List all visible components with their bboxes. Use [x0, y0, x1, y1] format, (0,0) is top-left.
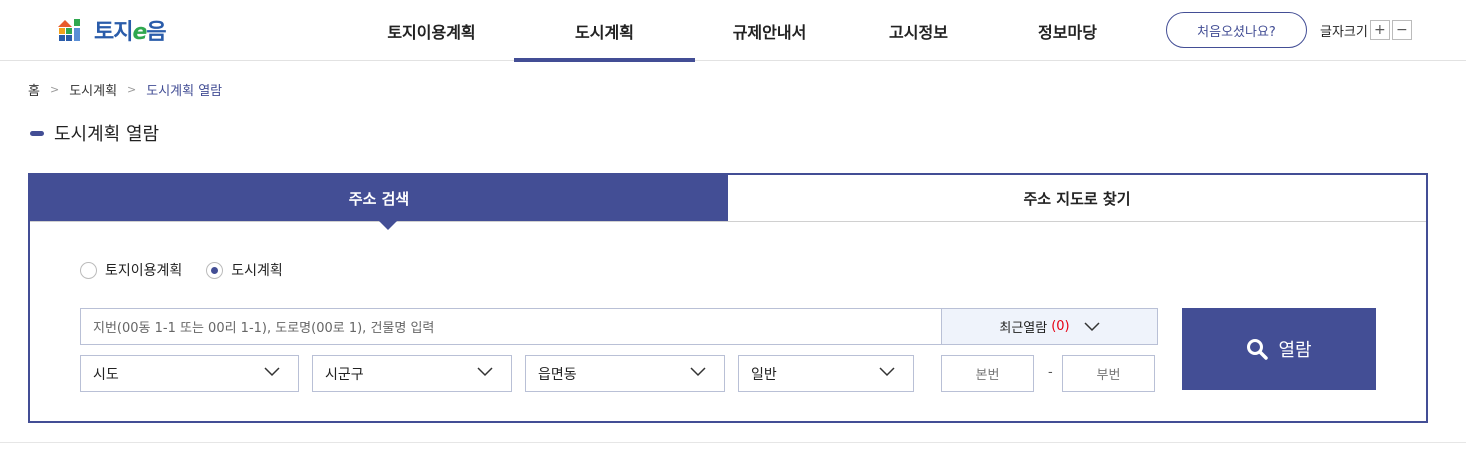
view-submit-button[interactable]: 열람: [1182, 308, 1376, 390]
recent-views-count: (0): [1051, 319, 1070, 334]
chevron-down-icon: [477, 367, 493, 377]
logo-house-icon: [58, 19, 80, 41]
select-value: 시도: [93, 366, 119, 383]
breadcrumb-home[interactable]: 홈: [28, 80, 40, 99]
breadcrumb-current: 도시계획 열람: [146, 84, 223, 99]
page-title: 도시계획 열람: [30, 120, 159, 146]
nav-regulation-guide[interactable]: 규제안내서: [695, 0, 844, 61]
site-logo[interactable]: 토지e음: [56, 14, 167, 46]
first-visit-button[interactable]: 처음오셨나요?: [1166, 12, 1307, 48]
address-search-input[interactable]: 지번(00동 1-1 또는 00리 1-1), 도로명(00로 1), 건물명 …: [80, 308, 942, 345]
nav-notice-info[interactable]: 고시정보: [844, 0, 993, 61]
select-value: 시군구: [325, 366, 364, 383]
font-decrease-button[interactable]: −: [1391, 20, 1412, 40]
nav-info-plaza[interactable]: 정보마당: [993, 0, 1142, 61]
font-size-label: 글자크기: [1320, 24, 1368, 40]
search-tabs: 주소 검색 주소 지도로 찾기: [30, 175, 1426, 230]
radio-urban-plan[interactable]: 도시계획: [206, 260, 283, 280]
recent-views-dropdown[interactable]: 최근열람 (0): [941, 308, 1158, 345]
select-eupmyeondong[interactable]: 읍면동: [525, 355, 725, 392]
bubun-input[interactable]: 부번: [1062, 355, 1155, 392]
title-bar-icon: [30, 130, 44, 136]
search-icon: [1247, 339, 1269, 360]
chevron-down-icon: [1084, 321, 1100, 331]
main-nav: 토지이용계획 도시계획 규제안내서 고시정보 정보마당: [349, 0, 1142, 62]
chevron-right-icon: >: [49, 83, 60, 96]
site-header: 토지e음 토지이용계획 도시계획 규제안내서 고시정보 정보마당 처음오셨나요?…: [0, 0, 1466, 62]
chevron-right-icon: >: [127, 83, 137, 96]
nav-land-use-plan[interactable]: 토지이용계획: [349, 0, 514, 61]
font-size-control: 글자크기 + −: [1320, 20, 1412, 40]
chevron-down-icon: [879, 367, 895, 377]
logo-wordmark: 토지e음: [94, 20, 167, 45]
select-sido[interactable]: 시도: [80, 355, 299, 392]
breadcrumb: 홈 > 도시계획 > 도시계획 열람: [28, 80, 222, 99]
lot-number-separator: -: [1048, 365, 1053, 380]
radio-checked-icon: [206, 261, 224, 279]
search-panel: 주소 검색 주소 지도로 찾기 토지이용계획 도시계획 지번(00동 1-1 또…: [28, 173, 1428, 423]
view-submit-label: 열람: [1278, 340, 1312, 361]
chevron-down-icon: [690, 367, 706, 377]
select-sigungu[interactable]: 시군구: [312, 355, 512, 392]
breadcrumb-urban-plan[interactable]: 도시계획: [69, 80, 117, 99]
select-value: 일반: [751, 366, 777, 383]
plan-type-radio-group: 토지이용계획 도시계획: [80, 260, 307, 280]
radio-label: 토지이용계획: [105, 263, 183, 279]
radio-unchecked-icon: [80, 261, 97, 279]
tab-address-search[interactable]: 주소 검색: [30, 175, 728, 230]
font-increase-button[interactable]: +: [1369, 20, 1390, 40]
radio-label: 도시계획: [231, 263, 283, 279]
tab-find-by-map[interactable]: 주소 지도로 찾기: [728, 175, 1426, 221]
chevron-down-icon: [264, 367, 280, 377]
select-land-type[interactable]: 일반: [738, 355, 914, 392]
divider: [0, 442, 1466, 443]
recent-views-label: 최근열람: [999, 321, 1048, 336]
radio-land-use-plan[interactable]: 토지이용계획: [80, 260, 182, 280]
page-title-text: 도시계획 열람: [54, 124, 160, 145]
bonbun-input[interactable]: 본번: [941, 355, 1034, 392]
nav-urban-plan[interactable]: 도시계획: [514, 0, 695, 62]
select-value: 읍면동: [538, 366, 577, 383]
